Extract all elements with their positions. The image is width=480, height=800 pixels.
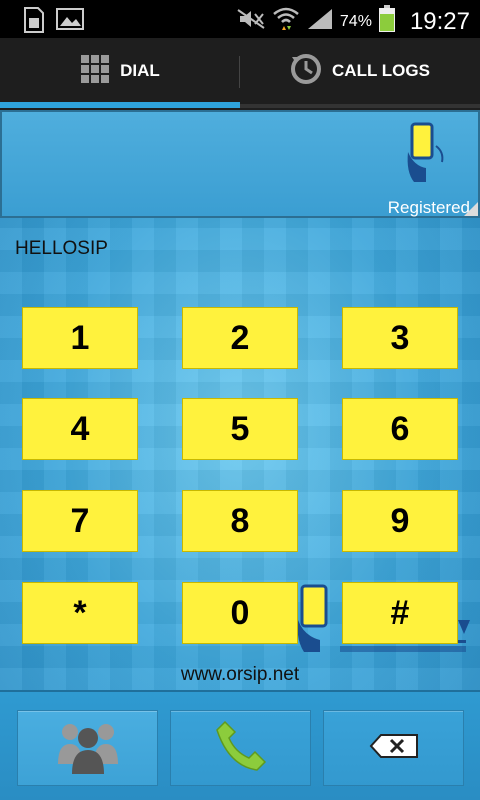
active-tab-indicator — [0, 102, 240, 108]
clock: 19:27 — [409, 7, 470, 35]
call-button[interactable] — [170, 710, 311, 786]
signal-icon — [306, 7, 334, 36]
key-2[interactable]: 2 — [182, 307, 298, 369]
battery-icon — [378, 5, 396, 38]
tab-dial[interactable]: DIAL — [0, 38, 240, 104]
tab-dial-label: DIAL — [120, 61, 160, 80]
keypad: 1 2 3 4 5 6 7 8 9 * 0 # — [0, 110, 480, 690]
action-bar — [0, 690, 480, 800]
dialpad-grid-icon — [80, 54, 110, 89]
key-3[interactable]: 3 — [342, 307, 458, 369]
website-link[interactable]: www.orsip.net — [0, 664, 480, 686]
key-4[interactable]: 4 — [22, 398, 138, 460]
key-6[interactable]: 6 — [342, 398, 458, 460]
key-star[interactable]: * — [22, 582, 138, 644]
wifi-icon — [272, 6, 300, 37]
contacts-icon — [56, 718, 120, 779]
image-icon — [56, 7, 84, 38]
status-bar: 74% 19:27 — [0, 0, 480, 38]
key-5[interactable]: 5 — [182, 398, 298, 460]
contacts-button[interactable] — [17, 710, 158, 786]
mute-icon — [236, 8, 266, 35]
battery-percent: 74% — [339, 12, 372, 30]
call-icon — [215, 720, 267, 777]
key-0[interactable]: 0 — [182, 582, 298, 644]
tab-underline — [240, 104, 480, 108]
backspace-button[interactable] — [323, 710, 464, 786]
tab-call-logs-label: CALL LOGS — [332, 61, 430, 80]
backspace-icon — [369, 733, 419, 764]
key-7[interactable]: 7 — [22, 490, 138, 552]
tab-bar: DIAL CALL LOGS — [0, 38, 480, 110]
key-8[interactable]: 8 — [182, 490, 298, 552]
call-history-icon — [290, 53, 322, 90]
key-9[interactable]: 9 — [342, 490, 458, 552]
dialer-area: Registered HELLOSIP 1 2 3 4 5 6 7 8 9 * … — [0, 110, 480, 690]
key-hash[interactable]: # — [342, 582, 458, 644]
sim-icon — [22, 7, 46, 38]
key-1[interactable]: 1 — [22, 307, 138, 369]
tab-call-logs[interactable]: CALL LOGS — [240, 38, 480, 104]
